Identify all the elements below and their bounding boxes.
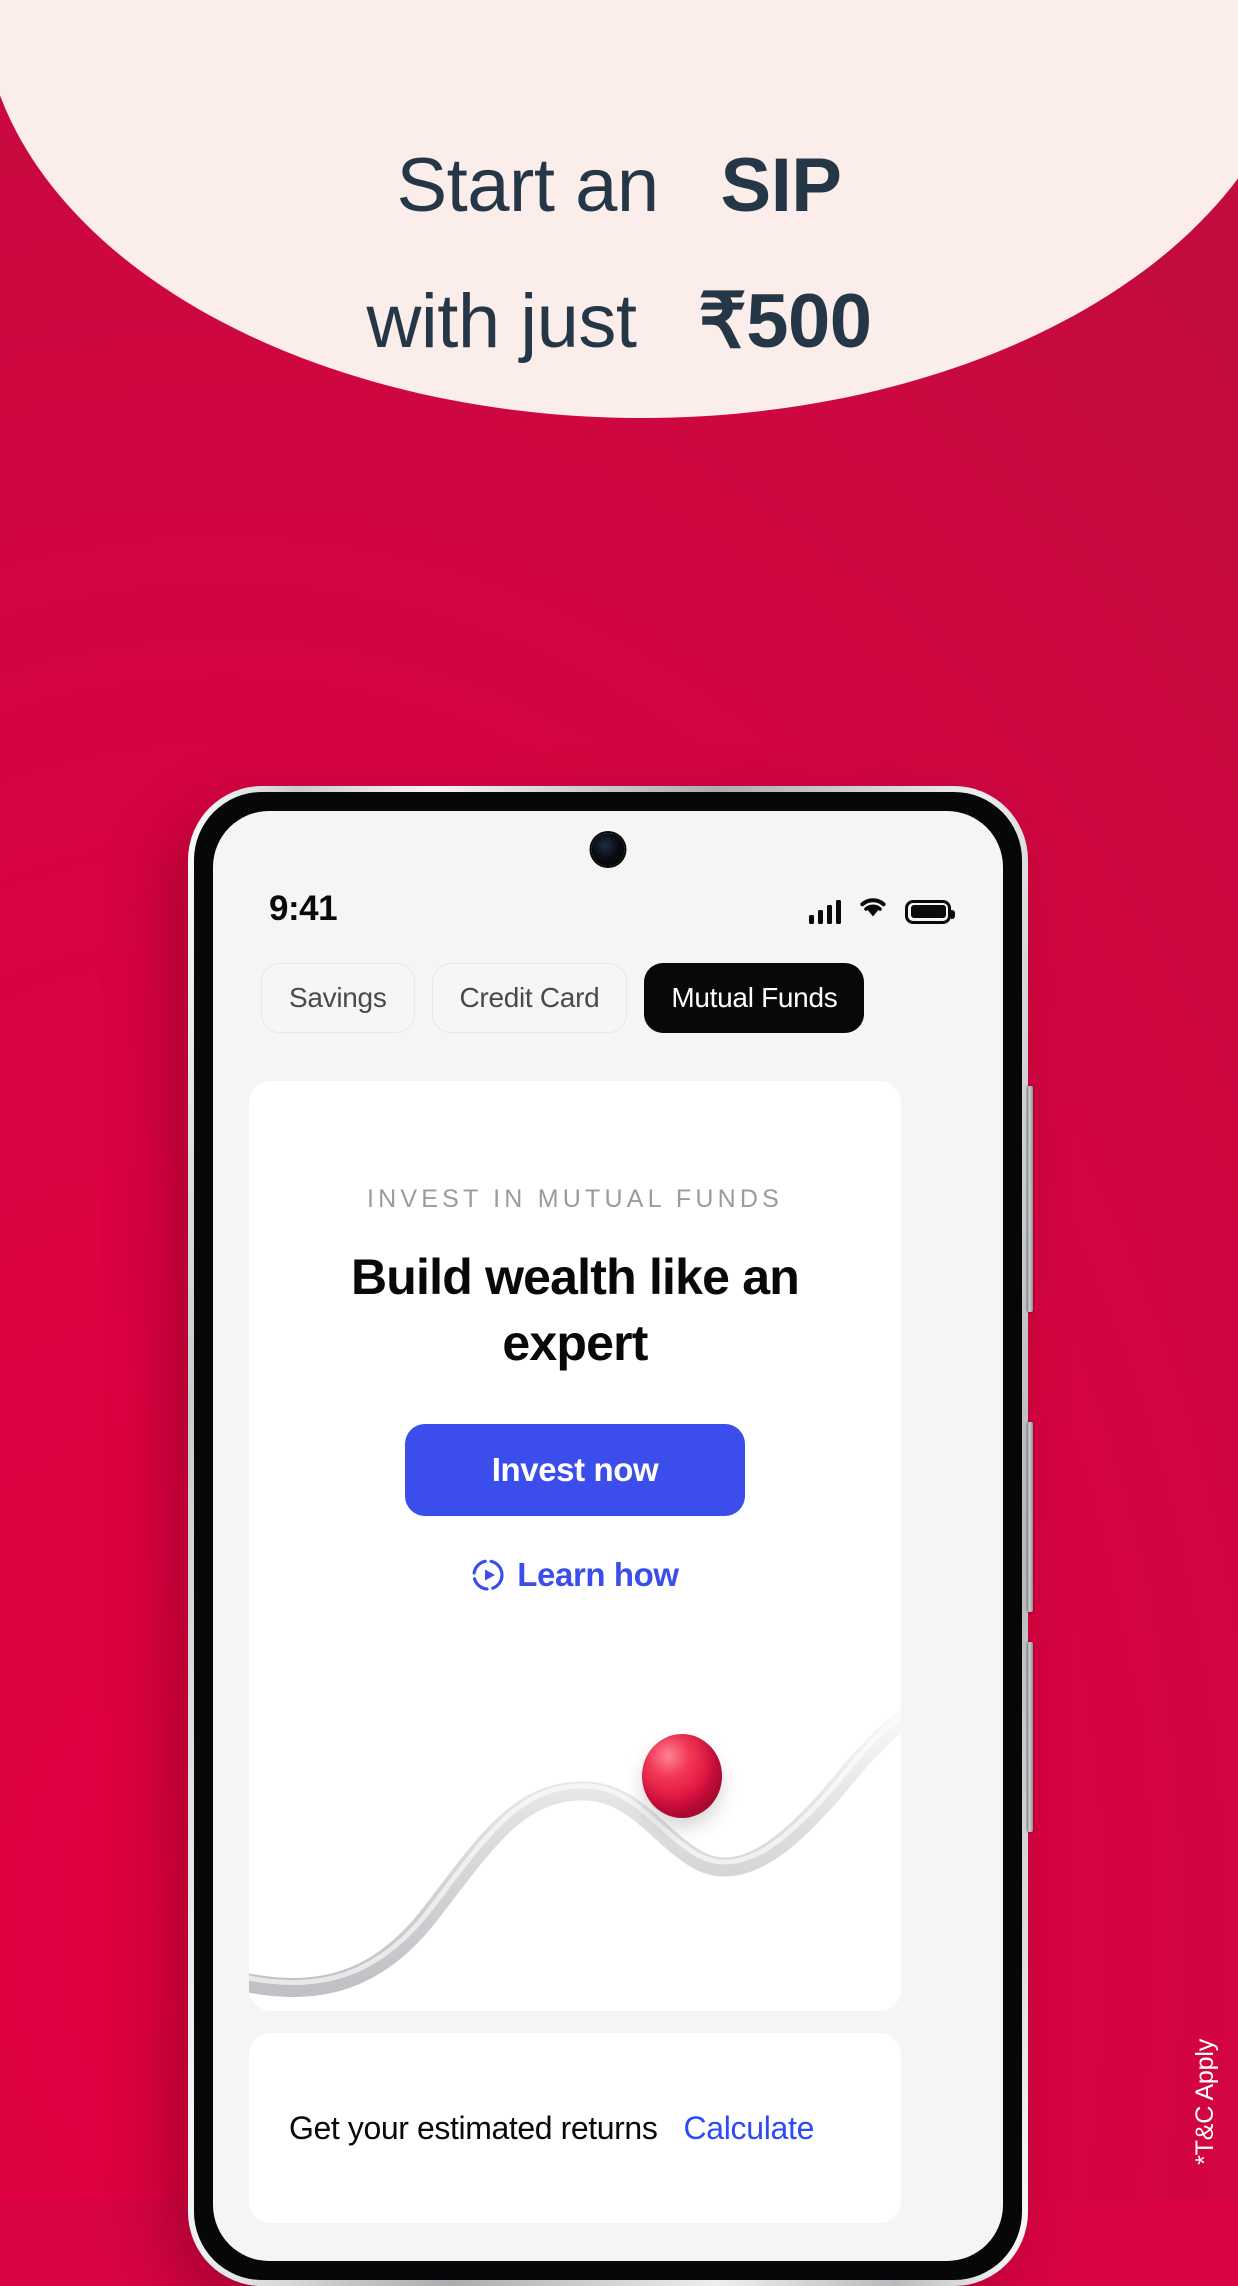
growth-curve-graphic (249, 1681, 901, 2011)
play-circle-dashed-icon (471, 1558, 505, 1592)
headline-line-1: Start an SIP (0, 118, 1238, 254)
invest-now-button[interactable]: Invest now (405, 1424, 745, 1516)
estimated-returns-label: Get your estimated returns (289, 2109, 658, 2146)
mutual-funds-promo-card: INVEST IN MUTUAL FUNDS Build wealth like… (249, 1081, 901, 2011)
learn-how-label: Learn how (517, 1556, 679, 1593)
battery-full-icon (905, 899, 955, 924)
phone-side-button-volume-down[interactable] (1027, 1422, 1033, 1612)
learn-how-link[interactable]: Learn how (249, 1556, 901, 1594)
product-tabs: Savings Credit Card Mutual Funds (213, 963, 1003, 1033)
status-bar-time: 9:41 (269, 889, 338, 928)
status-bar: 9:41 (213, 883, 1003, 935)
cellular-signal-icon (808, 899, 841, 924)
wifi-icon (858, 895, 888, 924)
red-sphere-graphic (642, 1734, 722, 1818)
phone-bezel: 9:41 Savings Credit Card Mutual Funds IN… (194, 792, 1022, 2280)
front-camera-icon (591, 833, 625, 866)
tab-credit-card[interactable]: Credit Card (431, 963, 628, 1033)
hero-headline: Start an SIP with just ₹500 (0, 118, 1238, 390)
headline-line-2: with just ₹500 (0, 254, 1238, 390)
card-eyebrow-label: INVEST IN MUTUAL FUNDS (366, 1185, 784, 1213)
status-bar-icons (808, 895, 955, 924)
card-title: Build wealth like an expert (351, 1249, 800, 1371)
phone-side-button-power[interactable] (1027, 1642, 1033, 1832)
headline-line-2-bold: ₹500 (698, 279, 872, 364)
phone-side-button-volume-up[interactable] (1027, 1086, 1033, 1312)
headline-line-2-light: with just (366, 279, 637, 364)
estimated-returns-card: Get your estimated returns Calculate (249, 2033, 901, 2223)
phone-screen: 9:41 Savings Credit Card Mutual Funds IN… (213, 811, 1003, 2261)
tab-mutual-funds[interactable]: Mutual Funds (644, 963, 865, 1033)
headline-line-1-light: Start an (396, 143, 659, 228)
headline-line-1-bold: SIP (720, 143, 843, 228)
terms-and-conditions-note: *T&C Apply (1191, 2039, 1219, 2165)
phone-mockup: 9:41 Savings Credit Card Mutual Funds IN… (188, 786, 1033, 2286)
tab-savings[interactable]: Savings (261, 963, 415, 1033)
calculate-link[interactable]: Calculate (683, 2110, 814, 2147)
